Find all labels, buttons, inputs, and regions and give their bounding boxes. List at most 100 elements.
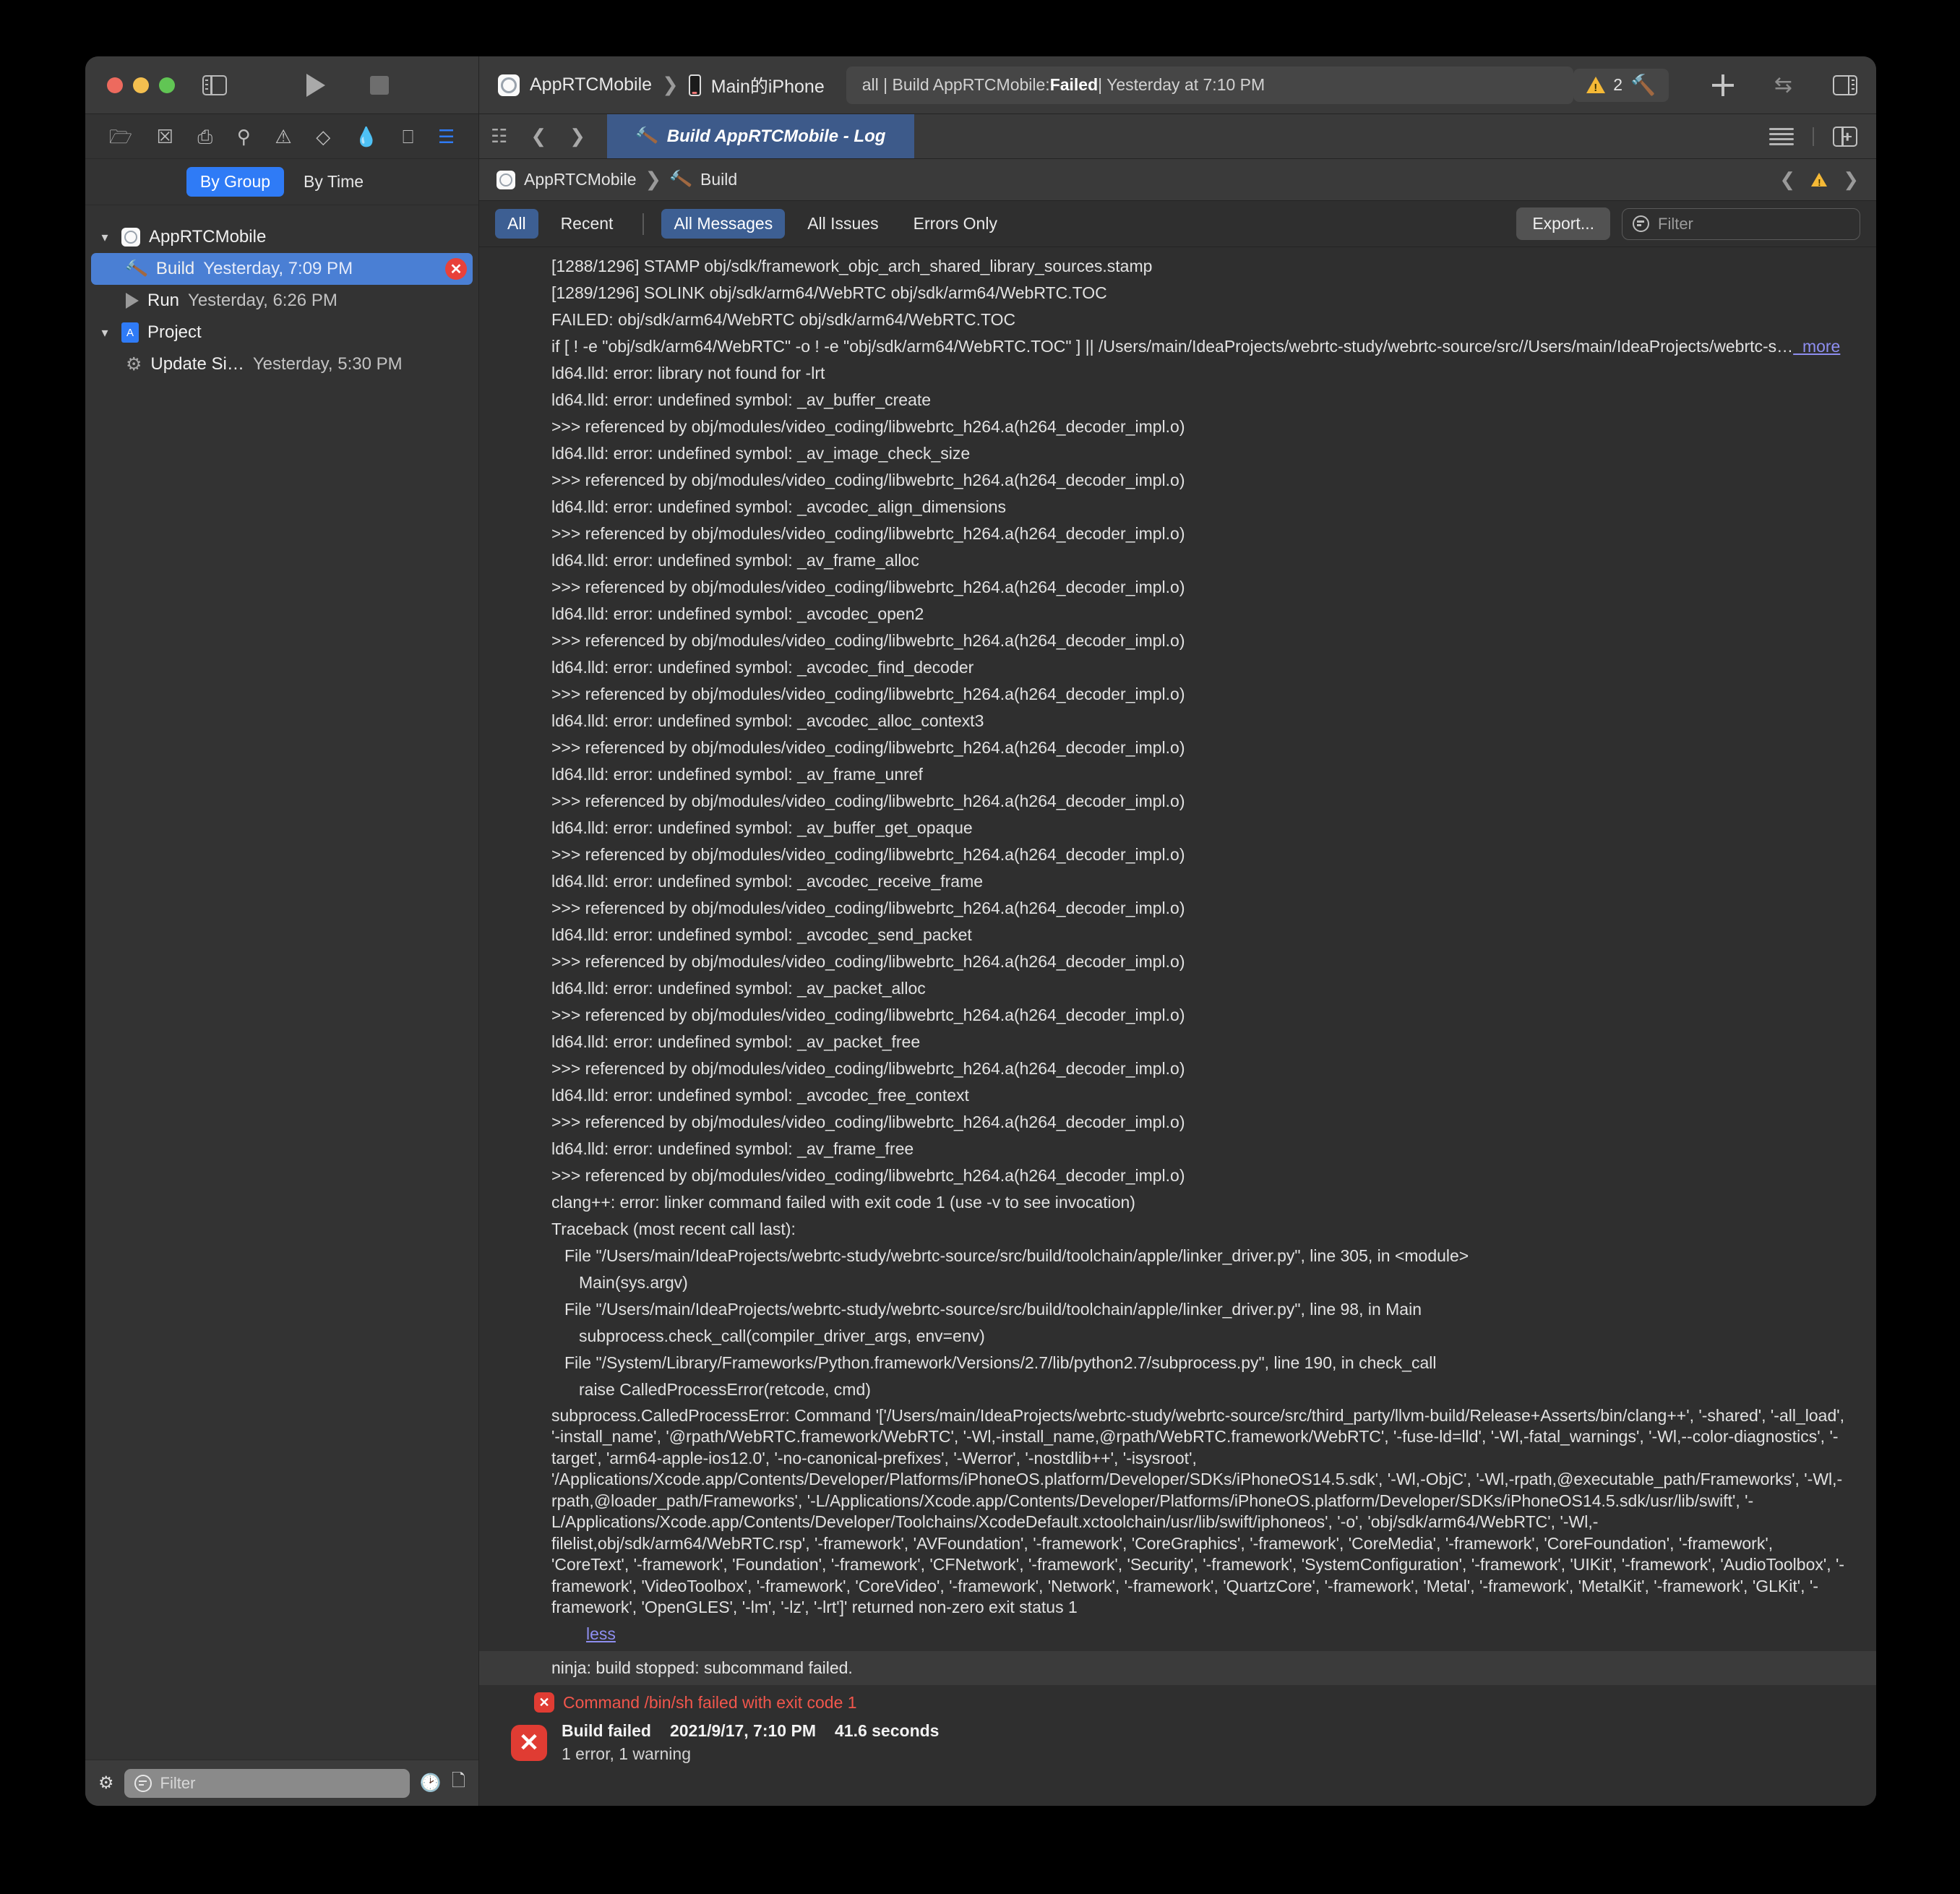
symbol-hierarchy-icon[interactable]: ⎙ <box>197 127 212 146</box>
log-filter-input[interactable]: Filter <box>1622 207 1860 240</box>
scope-by-group[interactable]: By Group <box>186 167 285 197</box>
log-line: >>> referenced by obj/modules/video_codi… <box>551 1166 1185 1185</box>
status-prefix: all | Build AppRTCMobile: <box>861 75 1050 94</box>
log-line: ld64.lld: error: undefined symbol: _av_f… <box>551 765 923 784</box>
previous-issue-icon[interactable]: ❮ <box>1779 168 1795 191</box>
activity-status-bar[interactable]: all | Build AppRTCMobile: Failed | Yeste… <box>846 66 1574 104</box>
log-line: ld64.lld: error: undefined symbol: _av_b… <box>551 818 973 837</box>
log-line: >>> referenced by obj/modules/video_codi… <box>551 738 1185 757</box>
filter-recent[interactable]: Recent <box>549 209 626 239</box>
play-icon <box>126 293 139 309</box>
filter-all[interactable]: All <box>495 209 538 239</box>
debug-icon[interactable]: 💧 <box>355 127 378 146</box>
next-issue-icon[interactable]: ❯ <box>1843 168 1859 191</box>
zoom-button[interactable] <box>159 77 175 93</box>
navigator-selector-bar: 🗁 ☒ ⎙ ⚲ ⚠ ◇ 💧 ⎕ ☰ <box>85 114 478 159</box>
text-lines-icon[interactable] <box>1769 127 1794 145</box>
tab-label: Build AppRTCMobile - Log <box>666 126 886 146</box>
tree-item-build[interactable]: 🔨 Build Yesterday, 7:09 PM ✕ <box>91 253 473 285</box>
tree-item-label: Run <box>147 291 180 310</box>
build-log-content[interactable]: [1288/1296] STAMP obj/sdk/framework_objc… <box>479 247 1876 1806</box>
swap-icon[interactable]: ⇆ <box>1774 72 1792 98</box>
search-icon[interactable]: ⚲ <box>237 127 251 146</box>
report-tree: ▾ AppRTCMobile 🔨 Build Yesterday, 7:09 P… <box>85 205 478 1760</box>
build-summary-text: Build failed 2021/9/17, 7:10 PM 41.6 sec… <box>562 1721 939 1764</box>
tab-grid-icon[interactable]: ☷ <box>479 125 519 147</box>
status-result: Failed <box>1049 75 1099 94</box>
stop-icon[interactable] <box>370 75 389 95</box>
warning-triangle-icon[interactable] <box>1811 173 1828 188</box>
navigator-filter-input[interactable]: Filter <box>124 1768 410 1798</box>
more-link[interactable]: more <box>1793 337 1840 356</box>
forward-icon[interactable]: ❯ <box>558 125 597 147</box>
build-duration: 41.6 seconds <box>834 1721 940 1741</box>
log-line: subprocess.CalledProcessError: Command '… <box>551 1406 1845 1616</box>
less-link[interactable]: less <box>586 1624 616 1643</box>
add-icon[interactable] <box>1711 74 1734 96</box>
build-summary-line1: Build failed 2021/9/17, 7:10 PM 41.6 sec… <box>562 1721 939 1741</box>
close-button[interactable] <box>107 77 123 93</box>
tree-item-label: Build <box>155 259 195 278</box>
log-line: File "/Users/main/IdeaProjects/webrtc-st… <box>564 1246 1469 1265</box>
window-toolbar: AppRTCMobile ❯ Main的iPhone all | Build A… <box>85 56 1876 114</box>
tree-item-update-signing[interactable]: ⚙ Update Si… Yesterday, 5:30 PM <box>85 348 478 380</box>
scheme-selector[interactable]: AppRTCMobile ❯ Main的iPhone <box>498 72 825 98</box>
log-line: >>> referenced by obj/modules/video_codi… <box>551 685 1185 703</box>
log-line: >>> referenced by obj/modules/video_codi… <box>551 524 1185 543</box>
folder-icon[interactable]: 🗁 <box>109 127 132 146</box>
filter-all-issues[interactable]: All Issues <box>795 209 890 239</box>
gear-icon[interactable]: ⚙ <box>98 1773 114 1794</box>
scope-by-time[interactable]: By Time <box>290 167 377 197</box>
chevron-down-icon[interactable]: ▾ <box>97 230 113 245</box>
minimize-button[interactable] <box>133 77 149 93</box>
divider <box>1813 127 1814 146</box>
source-control-icon[interactable]: ☒ <box>157 127 173 146</box>
log-line: Traceback (most recent call last): <box>551 1220 796 1238</box>
build-issue-counts: 1 error, 1 warning <box>562 1744 691 1764</box>
log-line: ld64.lld: error: undefined symbol: _avco… <box>551 711 984 730</box>
divider <box>642 213 645 235</box>
tree-item-apprtcmobile[interactable]: ▾ AppRTCMobile <box>85 221 478 253</box>
tree-item-project[interactable]: ▾ Project <box>85 317 478 348</box>
build-timestamp: 2021/9/17, 7:10 PM <box>669 1721 816 1741</box>
filter-all-messages[interactable]: All Messages <box>661 209 786 239</box>
log-line: [1289/1296] SOLINK obj/sdk/arm64/WebRTC … <box>551 283 1107 302</box>
issue-counter[interactable]: 2 🔨 <box>1573 68 1669 102</box>
chevron-right-icon: ❯ <box>662 74 679 95</box>
less-link-row: less <box>479 1620 1876 1651</box>
breadcrumb-build[interactable]: Build <box>700 170 737 189</box>
clock-icon[interactable]: 🕑 <box>420 1773 442 1794</box>
tag-icon[interactable]: ⎕ <box>403 127 414 146</box>
run-icon[interactable] <box>306 73 325 97</box>
add-editor-icon[interactable] <box>1833 126 1857 147</box>
build-summary: ✕ Build failed 2021/9/17, 7:10 PM 41.6 s… <box>479 1717 1876 1777</box>
log-line: File "/System/Library/Frameworks/Python.… <box>564 1353 1437 1372</box>
editor-tab-bar: ☷ ❮ ❯ 🔨 Build AppRTCMobile - Log <box>479 114 1876 159</box>
tree-item-run[interactable]: Run Yesterday, 6:26 PM <box>85 285 478 317</box>
filter-errors-only[interactable]: Errors Only <box>901 209 1010 239</box>
navigator-filter-bar: ⚙ Filter 🕑 🗋 <box>85 1760 478 1806</box>
back-icon[interactable]: ❮ <box>519 125 558 147</box>
breakpoint-icon[interactable]: ◇ <box>316 127 330 146</box>
report-navigator-icon[interactable]: ☰ <box>438 127 455 146</box>
log-line: ld64.lld: error: undefined symbol: _avco… <box>551 658 974 677</box>
tree-item-label: Update Si… <box>150 354 244 374</box>
filter-icon <box>134 1774 152 1792</box>
gear-icon: ⚙ <box>126 354 142 374</box>
log-line: ld64.lld: error: undefined symbol: _av_i… <box>551 444 971 463</box>
tab-build-log[interactable]: 🔨 Build AppRTCMobile - Log <box>606 114 915 158</box>
phone-icon <box>688 74 701 96</box>
inspector-toggle-icon[interactable] <box>1833 74 1857 95</box>
document-icon[interactable]: 🗋 <box>452 1768 465 1798</box>
warning-icon[interactable]: ⚠ <box>275 127 291 146</box>
sidebar-toggle-icon[interactable] <box>202 74 227 95</box>
log-error-line[interactable]: ✕ Command /bin/sh failed with exit code … <box>479 1685 1876 1717</box>
log-line: >>> referenced by obj/modules/video_codi… <box>551 899 1185 917</box>
log-line: >>> referenced by obj/modules/video_codi… <box>551 1113 1185 1131</box>
tree-item-time: Yesterday, 5:30 PM <box>252 354 403 374</box>
breadcrumb-project[interactable]: AppRTCMobile <box>524 170 637 189</box>
chevron-right-icon: ❯ <box>645 168 662 190</box>
chevron-down-icon[interactable]: ▾ <box>97 325 113 340</box>
issue-nav: ❮ ❯ <box>1779 168 1859 191</box>
export-button[interactable]: Export... <box>1516 207 1610 240</box>
